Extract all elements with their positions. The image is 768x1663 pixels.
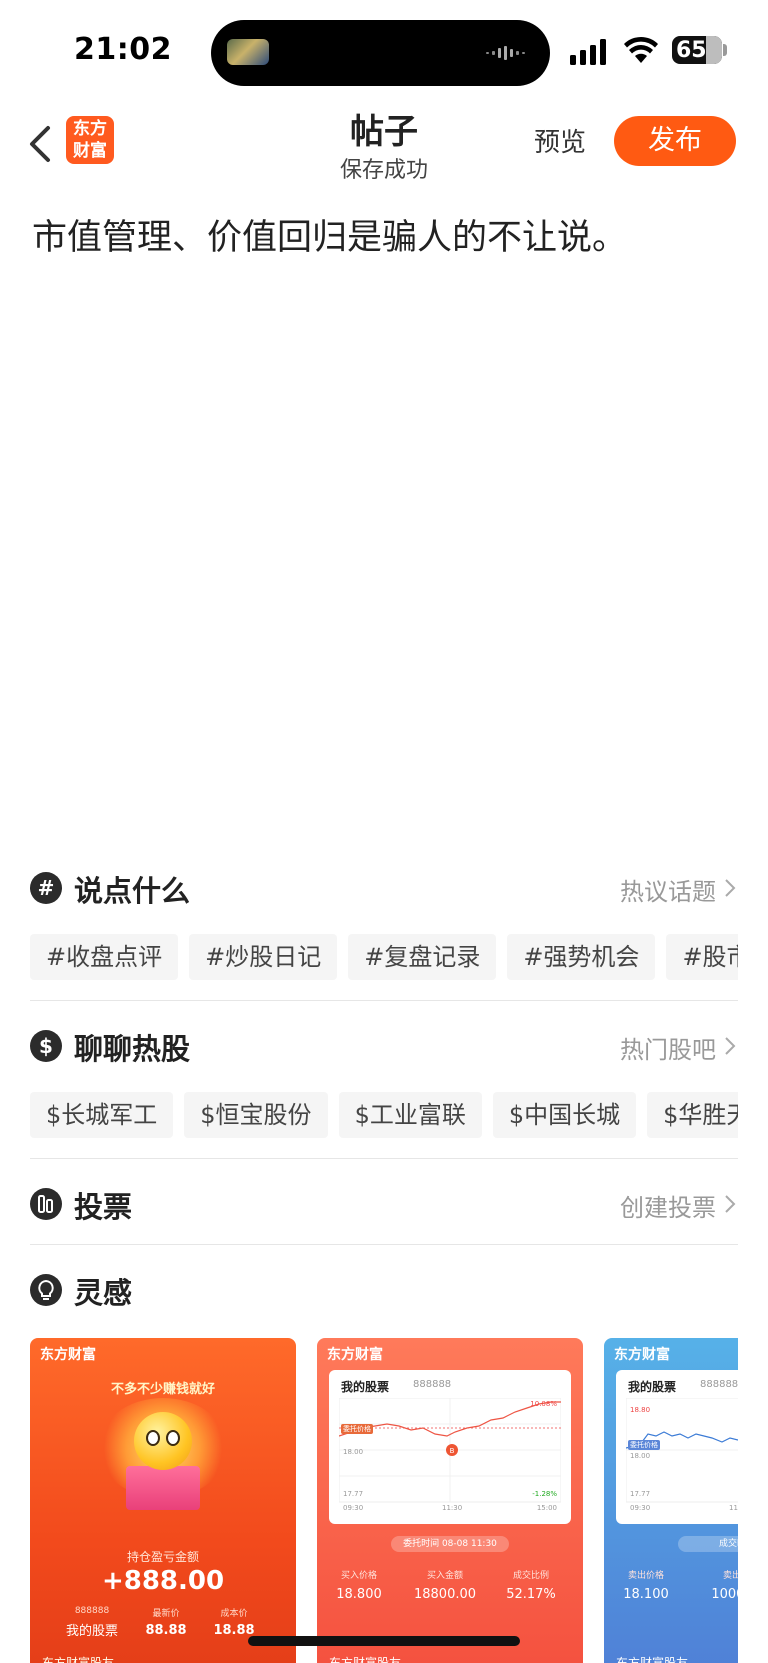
nav-bar: 帖子 保存成功 东方财富 预览 发布 <box>0 100 768 190</box>
topic-chips: #收盘点评#炒股日记#复盘记录#强势机会#股市分析 <box>30 934 738 982</box>
dollar-icon: $ <box>30 1030 62 1062</box>
publish-button[interactable]: 发布 <box>614 116 736 166</box>
wifi-icon <box>624 36 658 63</box>
card-brand-logo: 东方财富 <box>327 1347 383 1363</box>
sell-amount-stat: 卖出 10000 <box>711 1571 738 1602</box>
stocks-title: 聊聊热股 <box>74 1032 191 1066</box>
topic-chip[interactable]: #收盘点评 <box>30 934 179 980</box>
buy-amount-stat: 买入金额 18800.00 <box>413 1571 477 1602</box>
poll-icon <box>30 1188 62 1220</box>
now-playing-thumbnail <box>227 39 269 65</box>
card-slogan: 不多不少赚钱就好 <box>110 1382 215 1397</box>
cellular-signal-icon <box>570 39 606 65</box>
card-footer: 东方财富股友 <box>42 1656 115 1663</box>
chart-stock-name: 我的股票 <box>341 1380 390 1394</box>
create-poll-link[interactable]: 创建投票 <box>620 1188 716 1223</box>
trade-time-pill: 成交时间 <box>678 1536 738 1552</box>
stock-chips: $长城军工$恒宝股份$工业富联$中国长城$华胜天成 <box>30 1092 738 1140</box>
back-arrow-icon[interactable] <box>26 122 56 166</box>
chart-stock-name: 我的股票 <box>628 1380 677 1394</box>
audio-wave-icon <box>486 46 525 60</box>
chart-stock-code: 888888 <box>413 1379 452 1390</box>
status-bar: 21:02 65 <box>0 0 768 100</box>
lightbulb-icon <box>30 1274 62 1306</box>
dynamic-island[interactable] <box>211 20 550 86</box>
stock-chart-panel: 我的股票 888888 18.80 委托价格 18.00 17.77 09:30… <box>616 1370 738 1524</box>
stock-chip[interactable]: $恒宝股份 <box>184 1092 328 1138</box>
inspiration-card-profit[interactable]: 东方财富 不多不少赚钱就好 持仓盈亏金额 +888.00 888888 我的股票… <box>30 1338 296 1663</box>
entrust-tag: 委托价格 <box>341 1424 373 1434</box>
svg-text:B: B <box>450 1447 455 1455</box>
hashtag-icon: # <box>30 872 62 904</box>
mascot-icon <box>134 1412 192 1470</box>
stock-chip[interactable]: $华胜天成 <box>647 1092 738 1138</box>
cost-price-stat: 成本价 18.88 <box>213 1609 255 1638</box>
vote-title: 投票 <box>74 1190 133 1224</box>
chart-stock-code: 888888 <box>700 1379 738 1390</box>
preview-button[interactable]: 预览 <box>534 122 586 159</box>
stock-chip[interactable]: $长城军工 <box>30 1092 174 1138</box>
profit-label: 持仓盈亏金额 <box>126 1550 199 1564</box>
card-brand-logo: 东方财富 <box>40 1347 96 1363</box>
sell-price-stat: 卖出价格 18.100 <box>623 1571 669 1602</box>
fill-ratio-stat: 成交比例 52.17% <box>506 1571 556 1602</box>
inspiration-card-buy[interactable]: 东方财富 我的股票 888888 B 10.08% 委托价格 18.00 17.… <box>317 1338 583 1663</box>
vote-section-header[interactable]: 投票 创建投票 <box>30 1182 738 1226</box>
stock-chip[interactable]: $工业富联 <box>338 1092 482 1138</box>
divider <box>30 1158 738 1159</box>
profit-amount: +888.00 <box>101 1566 225 1596</box>
stock-chart-panel: 我的股票 888888 B 10.08% 委托价格 18.00 17.77 -1… <box>329 1370 571 1524</box>
topic-chip[interactable]: #炒股日记 <box>189 934 338 980</box>
topic-chip[interactable]: #股市分析 <box>666 934 738 980</box>
app-logo[interactable]: 东方财富 <box>66 116 114 164</box>
intraday-line-chart: B <box>339 1398 561 1503</box>
home-indicator[interactable] <box>248 1636 520 1646</box>
inspiration-carousel[interactable]: 东方财富 不多不少赚钱就好 持仓盈亏金额 +888.00 888888 我的股票… <box>30 1338 738 1663</box>
hot-stock-bars-link[interactable]: 热门股吧 <box>620 1030 716 1065</box>
stocks-section-header: $ 聊聊热股 热门股吧 <box>30 1024 738 1068</box>
app-logo-text: 东方财富 <box>73 119 107 161</box>
card-footer: 东方财富股友 <box>616 1656 689 1663</box>
battery-icon: 65 <box>672 36 722 64</box>
buy-price-stat: 买入价格 18.800 <box>336 1571 382 1602</box>
divider <box>30 1000 738 1001</box>
inspiration-title: 灵感 <box>74 1276 133 1310</box>
post-content-editor[interactable]: 市值管理、价值回归是骗人的不让说。 <box>32 214 736 262</box>
hot-topics-link[interactable]: 热议话题 <box>620 872 716 907</box>
chevron-right-icon[interactable] <box>724 1194 736 1214</box>
order-time-pill: 委托时间 08-08 11:30 <box>391 1536 509 1552</box>
gift-box-graphic <box>126 1466 200 1510</box>
divider <box>30 1244 738 1245</box>
card-footer: 东方财富股友 <box>329 1656 402 1663</box>
card-brand-logo: 东方财富 <box>614 1347 670 1363</box>
chevron-right-icon[interactable] <box>724 1036 736 1056</box>
status-time: 21:02 <box>74 32 172 67</box>
chevron-right-icon[interactable] <box>724 878 736 898</box>
topics-title: 说点什么 <box>74 874 191 908</box>
inspiration-section-header: 灵感 <box>30 1268 738 1312</box>
topic-chip[interactable]: #强势机会 <box>507 934 656 980</box>
stock-chip[interactable]: $中国长城 <box>492 1092 637 1138</box>
topics-section-header: # 说点什么 热议话题 <box>30 866 738 910</box>
topic-chip[interactable]: #复盘记录 <box>348 934 497 980</box>
stock-stat: 888888 我的股票 <box>65 1606 118 1639</box>
battery-level: 65 <box>676 38 707 63</box>
inspiration-card-sell[interactable]: 东方财富 我的股票 888888 18.80 委托价格 18.00 17.77 … <box>604 1338 738 1663</box>
